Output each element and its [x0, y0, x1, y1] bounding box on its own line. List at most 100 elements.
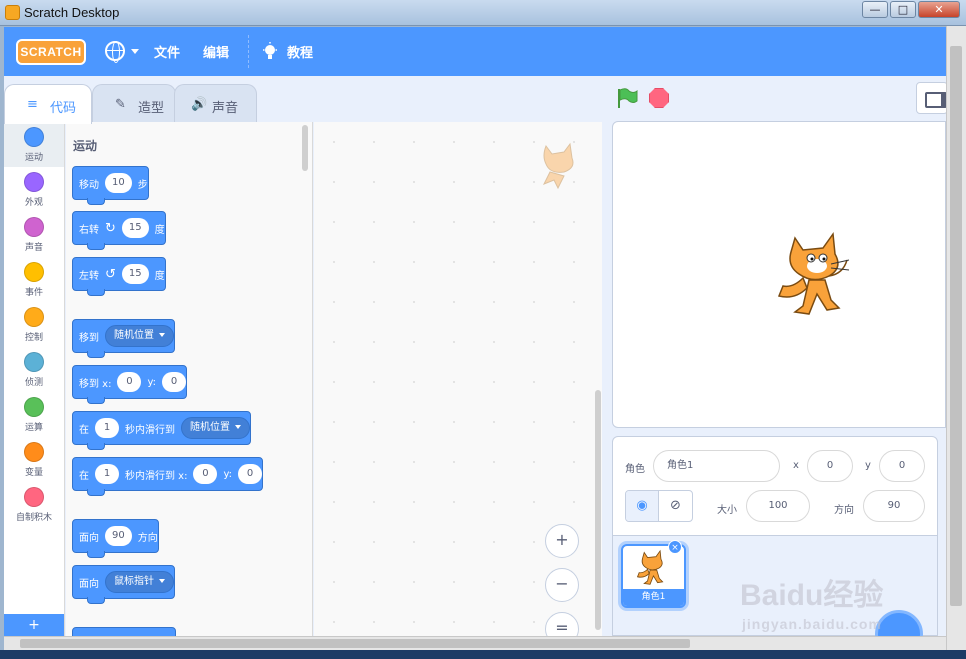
block-input[interactable]: 15 [121, 218, 149, 238]
code-icon: ≡ [27, 97, 38, 112]
y-label: y [865, 460, 871, 471]
sprite-thumbnail [636, 549, 664, 585]
window-title: Scratch Desktop [24, 5, 120, 20]
stop-icon[interactable] [649, 88, 669, 108]
category-dot [24, 127, 44, 147]
category-sensing[interactable]: 侦测 [4, 347, 64, 392]
bulb-icon[interactable] [262, 42, 278, 62]
chevron-down-icon[interactable] [131, 49, 139, 54]
category-control[interactable]: 控制 [4, 302, 64, 347]
category-dot [24, 442, 44, 462]
block-dropdown[interactable]: 鼠标指针 [105, 571, 174, 593]
vertical-scrollbar[interactable] [946, 26, 966, 650]
block-goto[interactable]: 移到 随机位置 [72, 319, 175, 358]
block-partial[interactable] [72, 627, 176, 636]
minimize-button[interactable]: — [862, 1, 888, 18]
menu-bar: SCRATCH 文件 编辑 教程 [4, 27, 946, 76]
visibility-toggle: ◉ ⊘ [625, 490, 693, 522]
menu-tutorials[interactable]: 教程 [287, 42, 313, 61]
category-dot [24, 487, 44, 507]
category-dot [24, 397, 44, 417]
menu-file[interactable]: 文件 [154, 42, 180, 61]
eye-icon[interactable]: ◉ [626, 491, 660, 521]
script-area[interactable]: + − = [314, 122, 602, 646]
category-motion[interactable]: 运动 [4, 122, 64, 167]
menu-divider [248, 35, 249, 68]
scroll-thumb[interactable] [20, 639, 690, 648]
palette-scrollbar[interactable] [302, 125, 308, 171]
y-input[interactable]: 0 [879, 450, 925, 482]
globe-icon[interactable] [105, 41, 125, 63]
block-dropdown[interactable]: 随机位置 [181, 417, 250, 439]
direction-input[interactable]: 90 [863, 490, 925, 522]
category-my-blocks[interactable]: 自制积木 [4, 482, 64, 527]
close-button[interactable]: ✕ [918, 1, 960, 18]
category-variables[interactable]: 变量 [4, 437, 64, 482]
baidu-watermark: Baidu经验 jingyan.baidu.com [740, 579, 884, 632]
scratch-logo[interactable]: SCRATCH [16, 39, 86, 65]
chevron-down-icon [235, 425, 241, 429]
stage-mode-icon[interactable] [916, 82, 948, 114]
block-input-y[interactable]: 0 [162, 372, 187, 392]
category-dot [24, 307, 44, 327]
block-move-steps[interactable]: 移动 10 步 [72, 166, 149, 205]
brush-icon: ✎ [115, 97, 126, 112]
block-input-x[interactable]: 0 [193, 464, 218, 484]
stage[interactable] [612, 121, 946, 428]
sprite-info-panel: 角色 角色1 x 0 y 0 ◉ ⊘ 大小 100 方向 90 [612, 436, 938, 536]
rotate-right-icon: ↻ [105, 220, 116, 236]
block-goto-xy[interactable]: 移到 x: 0 y: 0 [72, 365, 188, 404]
block-glide-to[interactable]: 在 1 秒内滑行到 随机位置 [72, 411, 251, 450]
size-label: 大小 [717, 505, 737, 516]
block-point-direction[interactable]: 面向 90 方向 [72, 519, 159, 558]
block-point-towards[interactable]: 面向 鼠标指针 [72, 565, 175, 604]
block-input-y[interactable]: 0 [238, 464, 263, 484]
menu-edit[interactable]: 编辑 [203, 42, 229, 61]
rotate-left-icon: ↺ [105, 266, 116, 282]
category-operators[interactable]: 运算 [4, 392, 64, 437]
window-titlebar: Scratch Desktop — □ ✕ [0, 0, 966, 26]
size-input[interactable]: 100 [746, 490, 810, 522]
block-palette: 运动 移动 10 步 右转 ↻ 15 度 左转 ↺ 15 度 移到 随机位置 移… [66, 122, 313, 636]
block-dropdown[interactable]: 随机位置 [105, 325, 174, 347]
tab-sounds[interactable]: 🔊 声音 [174, 84, 257, 122]
block-input[interactable]: 90 [105, 526, 132, 546]
category-events[interactable]: 事件 [4, 257, 64, 302]
sprite-name-input[interactable]: 角色1 [653, 450, 780, 482]
zoom-out-icon[interactable]: − [545, 568, 579, 602]
block-turn-right[interactable]: 右转 ↻ 15 度 [72, 211, 166, 250]
horizontal-scrollbar[interactable] [4, 636, 946, 650]
block-input[interactable]: 15 [121, 264, 149, 284]
speaker-icon: 🔊 [191, 97, 208, 112]
add-extension-button[interactable]: + [4, 614, 64, 636]
sprite-watermark-icon [542, 142, 574, 190]
tab-costumes[interactable]: ✎ 造型 [92, 84, 176, 122]
block-turn-left[interactable]: 左转 ↺ 15 度 [72, 257, 166, 296]
category-sound[interactable]: 声音 [4, 212, 64, 257]
category-dot [24, 172, 44, 192]
category-dot [24, 217, 44, 237]
maximize-button[interactable]: □ [890, 1, 916, 18]
green-flag-icon[interactable] [616, 87, 638, 109]
category-looks[interactable]: 外观 [4, 167, 64, 212]
block-input[interactable]: 1 [95, 464, 119, 484]
x-label: x [793, 460, 799, 471]
block-input[interactable]: 1 [95, 418, 119, 438]
eye-off-icon[interactable]: ⊘ [659, 491, 692, 521]
os-taskbar [0, 650, 966, 659]
sprite-cat-icon[interactable] [773, 230, 859, 320]
tab-code[interactable]: ≡ 代码 [4, 84, 92, 124]
app-icon [5, 5, 20, 20]
palette-section-title: 运动 [73, 139, 98, 153]
category-menu: 运动 外观 声音 事件 控制 侦测 运算 变量 自制积木 + [4, 122, 65, 636]
block-input-x[interactable]: 0 [117, 372, 142, 392]
zoom-in-icon[interactable]: + [545, 524, 579, 558]
delete-sprite-button[interactable]: × [668, 540, 682, 554]
block-glide-xy[interactable]: 在 1 秒内滑行到 x: 0 y: 0 [72, 457, 264, 496]
category-dot [24, 352, 44, 372]
chevron-down-icon [159, 333, 165, 337]
block-input[interactable]: 10 [105, 173, 132, 193]
x-input[interactable]: 0 [807, 450, 853, 482]
scroll-thumb[interactable] [950, 46, 962, 606]
script-scrollbar[interactable] [595, 390, 601, 630]
